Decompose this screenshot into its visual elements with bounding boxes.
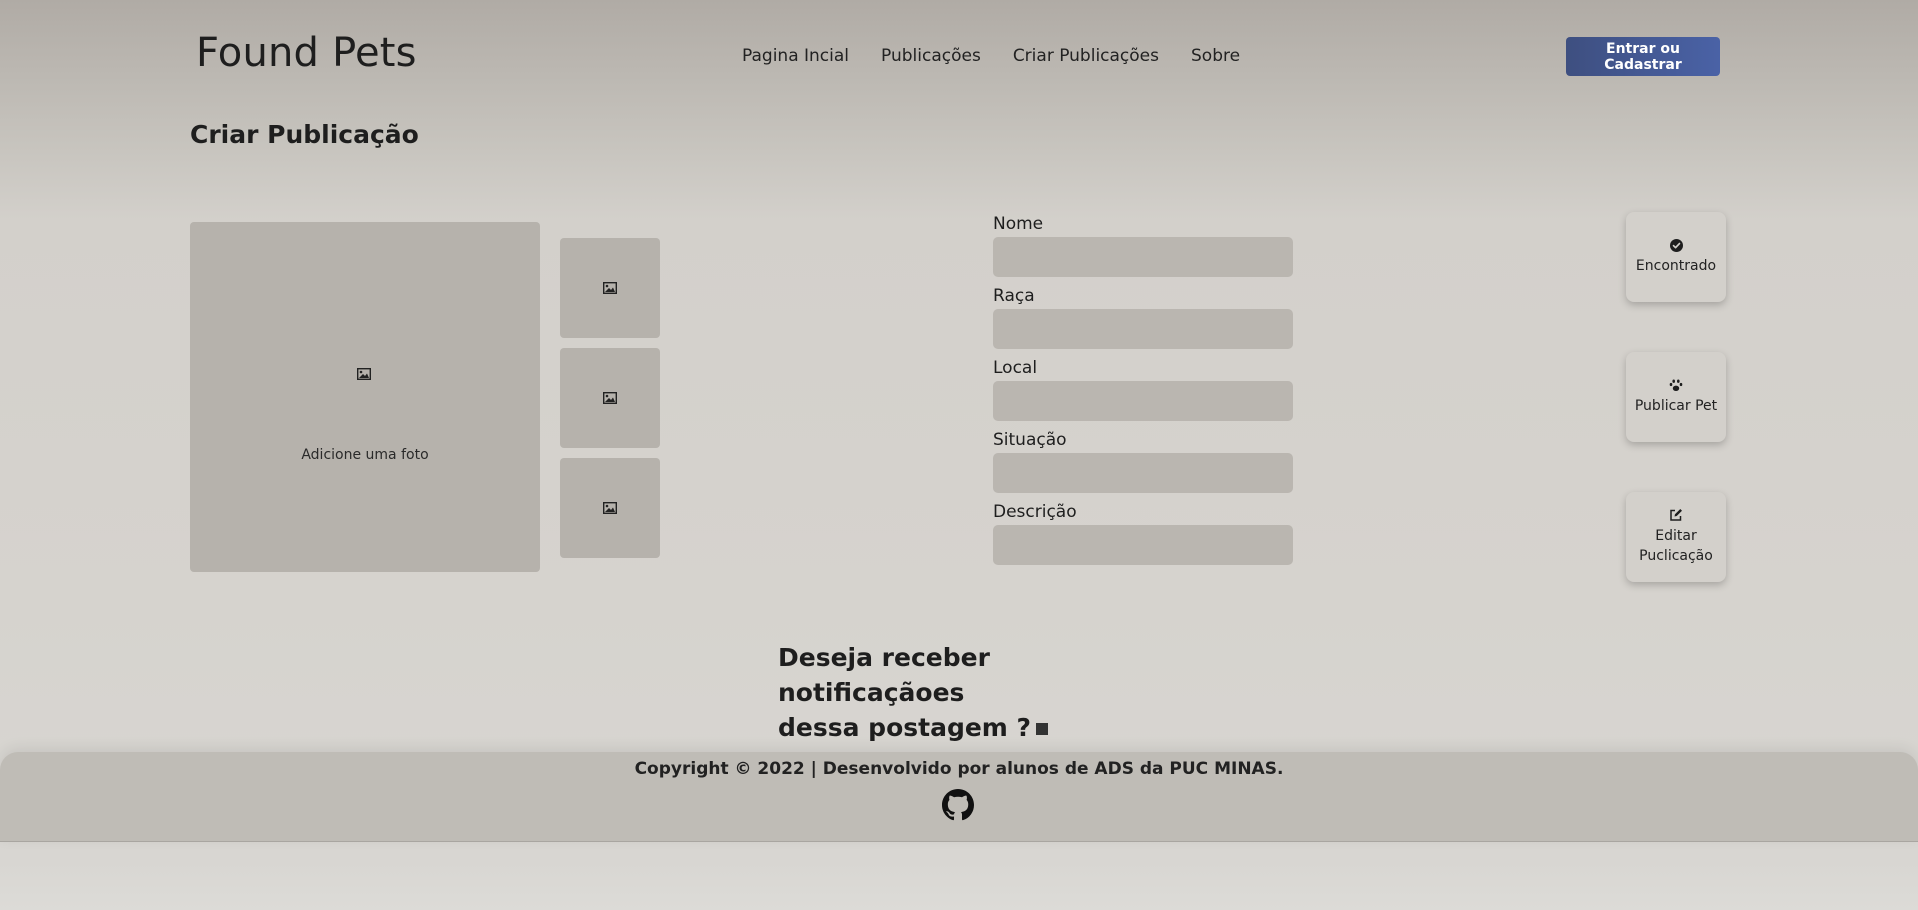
breed-input[interactable] (993, 309, 1293, 349)
image-icon (357, 368, 371, 380)
breed-label: Raça (993, 286, 1035, 306)
main-photo-upload[interactable]: Adicione uma foto (190, 222, 540, 572)
add-photo-caption: Adicione uma foto (301, 447, 429, 463)
check-circle-icon (1669, 238, 1683, 252)
footer: Copyright © 2022 | Desenvolvido por alun… (0, 752, 1918, 842)
github-icon[interactable] (942, 789, 974, 825)
login-button[interactable]: Entrar ou Cadastrar (1566, 37, 1720, 76)
image-icon (603, 282, 617, 294)
photo-thumb-1[interactable] (560, 238, 660, 338)
found-button[interactable]: Encontrado (1626, 212, 1726, 302)
nav-item-about[interactable]: Sobre (1191, 46, 1240, 66)
nav-item-create-publications[interactable]: Criar Publicações (1013, 46, 1159, 66)
description-label: Descrição (993, 502, 1077, 522)
image-icon (603, 392, 617, 404)
photo-thumb-2[interactable] (560, 348, 660, 448)
photo-thumb-3[interactable] (560, 458, 660, 558)
page-title: Criar Publicação (190, 120, 419, 149)
edit-icon (1670, 509, 1682, 521)
description-input[interactable] (993, 525, 1293, 565)
location-label: Local (993, 358, 1038, 378)
nav-item-home[interactable]: Pagina Incial (742, 46, 849, 66)
found-button-label: Encontrado (1635, 257, 1717, 274)
edit-publication-button-label: Editar Puclicação (1639, 528, 1713, 564)
publish-pet-button-label: Publicar Pet (1634, 397, 1718, 414)
image-icon (603, 502, 617, 514)
brand-logo[interactable]: Found Pets (196, 30, 417, 76)
main-nav: Pagina Incial Publicações Criar Publicaç… (742, 46, 1240, 66)
notification-prompt-line1: Deseja receber notificaçãoes (778, 643, 990, 707)
publish-pet-button[interactable]: Publicar Pet (1626, 352, 1726, 442)
notification-prompt-line2: dessa postagem ? (778, 713, 1032, 742)
situation-label: Situação (993, 430, 1067, 450)
copyright-text: Copyright © 2022 | Desenvolvido por alun… (634, 759, 1284, 779)
edit-publication-button[interactable]: Editar Puclicação (1626, 492, 1726, 582)
paw-icon (1669, 379, 1683, 391)
name-label: Nome (993, 214, 1044, 234)
situation-input[interactable] (993, 453, 1293, 493)
notification-checkbox[interactable] (1036, 723, 1049, 735)
nav-item-publications[interactable]: Publicações (881, 46, 981, 66)
notification-prompt: Deseja receber notificaçãoes dessa posta… (778, 640, 1178, 745)
location-input[interactable] (993, 381, 1293, 421)
name-input[interactable] (993, 237, 1293, 277)
